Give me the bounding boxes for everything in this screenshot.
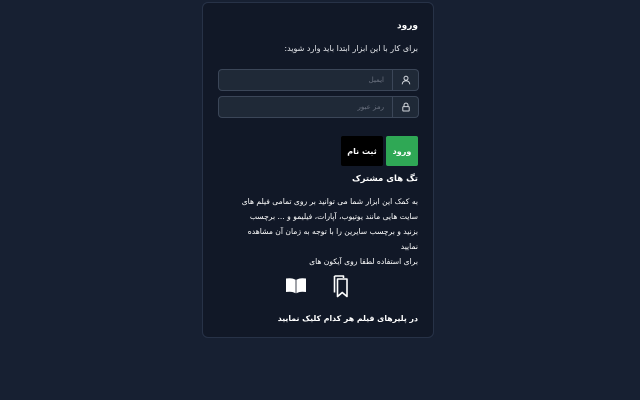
login-panel: ورود برای کار با این ابزار ابتدا باید وا… xyxy=(202,2,434,338)
email-field xyxy=(218,69,419,91)
lock-icon xyxy=(393,96,419,118)
password-field xyxy=(218,96,419,118)
user-icon xyxy=(393,69,419,91)
shared-tags-footer: در پلیرهای فیلم هر کدام کلیک نمایید xyxy=(277,314,418,323)
description-line: بزنید و برچسب سایرین را با توجه به زمان … xyxy=(247,227,418,236)
email-input[interactable] xyxy=(218,69,393,91)
login-title: ورود xyxy=(397,21,418,31)
description-line: به کمک این ابزار شما می توانید بر روی تم… xyxy=(241,197,418,206)
description-line: نمایید xyxy=(400,242,418,251)
player-icons xyxy=(203,273,433,299)
password-input[interactable] xyxy=(218,96,393,118)
book-icon[interactable] xyxy=(283,273,309,299)
login-subtitle: برای کار با این ابزار ابتدا باید وارد شو… xyxy=(284,44,418,53)
register-button[interactable]: ثبت نام xyxy=(341,136,383,166)
tags-icon[interactable] xyxy=(328,273,354,299)
shared-tags-title: تگ های مشترک xyxy=(351,174,418,184)
login-button[interactable]: ورود xyxy=(386,136,418,166)
description-line: برای استفاده لطفا روی آیکون های xyxy=(309,257,418,266)
shared-tags-description: به کمک این ابزار شما می توانید بر روی تم… xyxy=(213,194,418,269)
description-line: سایت هایی مانند یوتیوب، آپارات، فیلیمو و… xyxy=(249,212,418,221)
